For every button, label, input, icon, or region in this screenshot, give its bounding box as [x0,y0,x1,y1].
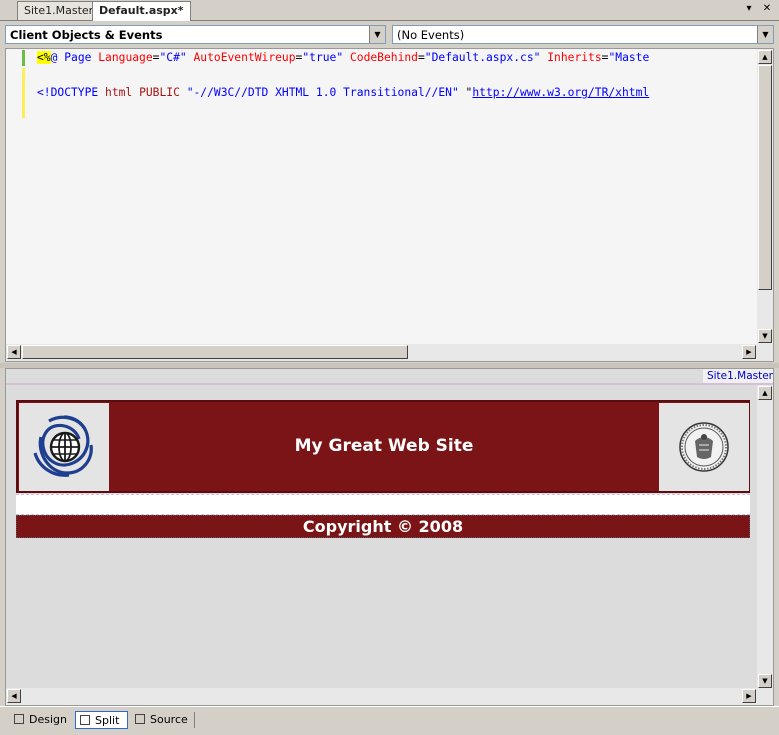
source-code-editor[interactable]: <%@ Page Language="C#" AutoEventWireup="… [5,48,774,362]
tab-site1-master[interactable]: Site1.Master [17,1,101,20]
code-value: "C#" [159,51,187,64]
scroll-left-icon[interactable]: ◀ [7,345,21,359]
code-attr: AutoEventWireup [193,51,296,64]
copyright-text: Copyright © 2008 [302,517,464,536]
design-horizontal-scrollbar[interactable]: ◀ ▶ [6,688,773,705]
scroll-down-icon[interactable]: ▼ [758,674,772,688]
horizontal-scroll-thumb[interactable] [22,345,408,359]
tab-label: Site1.Master [24,4,94,17]
code-attr: Language [98,51,153,64]
code-value: "true" [302,51,344,64]
design-surface[interactable]: Site1.Master My Great Web Site Copyright… [5,368,774,706]
view-switcher-bar: Design Split Source [0,706,779,735]
unsaved-change-marker [22,68,25,118]
chevron-down-icon[interactable]: ▼ [369,26,385,43]
code-line-3: <!DOCTYPE html PUBLIC "-//W3C//DTD XHTML… [37,86,650,99]
view-label: Split [95,714,120,727]
master-page-label: Site1.Master [703,369,773,383]
split-icon [80,715,90,725]
source-view-button[interactable]: Source [131,711,191,729]
saved-change-marker [22,50,25,66]
master-page-strip [6,383,773,385]
globe-logo-icon [33,415,93,477]
doctype-name: html [105,86,133,99]
chevron-down-icon[interactable]: ▼ [757,26,773,43]
editor-gutter [6,49,22,344]
view-label: Source [150,713,188,726]
view-label: Design [29,713,67,726]
scroll-down-icon[interactable]: ▼ [758,329,772,343]
vertical-scroll-thumb[interactable] [758,65,772,290]
design-icon [14,714,24,724]
client-objects-dropdown[interactable]: Client Objects & Events ▼ [5,25,386,44]
code-horizontal-scrollbar[interactable]: ◀ ▶ [6,344,773,361]
design-vertical-scrollbar[interactable]: ▲ ▼ [757,385,773,689]
doctype-fpi: "-//W3C//DTD XHTML 1.0 Transitional//EN" [186,86,459,99]
right-seal-logo [659,403,749,491]
source-icon [135,714,145,724]
site-header-banner[interactable]: My Great Web Site [16,400,750,493]
scroll-up-icon[interactable]: ▲ [758,50,772,64]
asp-open-tag: <% [37,51,51,64]
scroll-right-icon[interactable]: ▶ [742,345,756,359]
scroll-right-icon[interactable]: ▶ [742,689,756,703]
document-tab-bar: Site1.Master Default.aspx* ▾ ✕ [0,0,779,21]
doctype-public: PUBLIC [139,86,180,99]
code-line-1: <%@ Page Language="C#" AutoEventWireup="… [37,51,650,64]
left-logo [19,403,109,491]
split-view-button[interactable]: Split [75,711,128,729]
code-attr: CodeBehind [349,51,418,64]
scroll-up-icon[interactable]: ▲ [758,386,772,400]
code-vertical-scrollbar[interactable]: ▲ ▼ [757,49,773,344]
tab-default-aspx[interactable]: Default.aspx* [92,1,191,21]
events-dropdown[interactable]: (No Events) ▼ [392,25,774,44]
page-directive: @ Page [50,51,92,64]
toolbar-separator [194,712,195,728]
site-title: My Great Web Site [294,436,474,456]
client-objects-value: Client Objects & Events [10,28,163,42]
content-placeholder-region[interactable] [16,494,750,515]
code-value: "Maste [608,51,650,64]
code-attr: Inherits [547,51,602,64]
close-document-icon[interactable]: ✕ [760,2,774,16]
tab-list-dropdown-icon[interactable]: ▾ [742,2,756,16]
scroll-left-icon[interactable]: ◀ [7,689,21,703]
doctype-keyword: <!DOCTYPE [37,86,99,99]
tab-label: Default.aspx* [99,4,184,17]
design-view-button[interactable]: Design [10,711,70,729]
site-footer[interactable]: Copyright © 2008 [16,515,750,538]
doctype-url-link[interactable]: http://www.w3.org/TR/xhtml [472,86,649,99]
navigation-bar: Client Objects & Events ▼ (No Events) ▼ [0,21,779,48]
events-value: (No Events) [397,28,465,42]
code-value: "Default.aspx.cs" [424,51,541,64]
seal-logo-icon [679,422,729,472]
